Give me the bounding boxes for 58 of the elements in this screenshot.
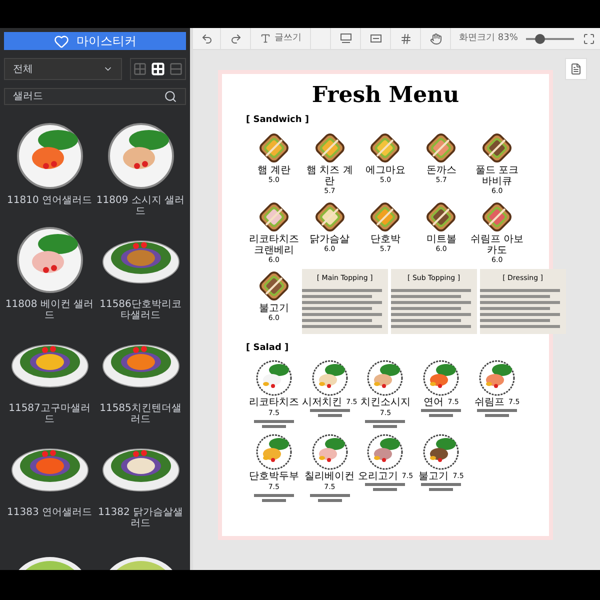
menu-item-name: 쉬림프 [474, 397, 505, 408]
section-heading: [ Salad ] [246, 342, 290, 354]
document-icon [570, 63, 582, 75]
sticker-label: 11586단호박리코타샐러드 [98, 299, 182, 321]
category-dropdown[interactable]: 전체 [4, 58, 122, 80]
menu-item-name: 오리고기 [358, 471, 398, 482]
menu-item-name: 시저치킨 [302, 397, 342, 408]
menu-item-name: 햄 치즈 계란 [306, 165, 354, 187]
undo-icon [200, 32, 212, 44]
page-icon-button[interactable] [565, 58, 587, 80]
menu-title: Fresh Menu [310, 82, 460, 110]
text-icon [260, 33, 270, 44]
view-mode-toggle[interactable] [169, 62, 183, 76]
sticker-label: 11809 소시지 샐러드 [96, 195, 186, 217]
menu-item-name: 리코타치즈 [248, 397, 299, 408]
write-text-button[interactable]: 글쓰기 [251, 28, 311, 49]
slider-thumb[interactable] [535, 34, 546, 44]
blurred-text-lines [421, 408, 462, 418]
blurred-text-lines [254, 493, 294, 503]
blurred-text-lines [477, 408, 518, 418]
sticker-label: 11383 연어샐러드 [6, 507, 93, 518]
menu-item-name: 불고기 [258, 303, 289, 314]
sticker-label: 11585치킨텐더샐러드 [98, 403, 182, 425]
heart-icon [54, 34, 68, 48]
menu-item-name: 치킨소시지 [360, 397, 410, 408]
menu-item-name: 풀드 포크 바비큐 [474, 165, 520, 187]
zoom-label: 화면크기 83% [459, 32, 518, 45]
blurred-text-lines [310, 408, 350, 418]
hand-icon [430, 32, 442, 44]
menu-item-name: 쉬림프 아보카도 [469, 234, 525, 256]
fullscreen-icon [583, 32, 595, 44]
menu-item-name: 돈까스 [426, 165, 456, 176]
blurred-text-lines [421, 482, 462, 492]
blurred-text-lines [365, 419, 406, 429]
blurred-text-lines [310, 493, 350, 503]
sticker-label: 11808 베이컨 샐러드 [4, 299, 94, 321]
sticker-label: 11810 연어샐러드 [6, 195, 93, 206]
sticker-label: 11587고구마샐러드 [8, 403, 92, 425]
menu-item-name: 연어 [424, 397, 444, 408]
menu-item-name: 닭가슴살 [310, 234, 350, 245]
my-sticker-button[interactable]: 마이스티커 [4, 32, 186, 50]
menu-item-name: 에그마요 [365, 165, 406, 176]
menu-item-name: 단호박두부 [248, 471, 299, 482]
redo-icon [230, 32, 242, 44]
search-icon [164, 90, 177, 103]
sticker-label: 11382 닭가슴살샐러드 [97, 507, 184, 529]
view-mode-toggle[interactable] [133, 62, 147, 76]
menu-item-name: 미트볼 [426, 234, 456, 245]
menu-item-name: 햄 계란 [257, 165, 290, 176]
menu-item-name: 칠리베이컨 [304, 471, 355, 482]
blurred-text-lines [254, 419, 294, 429]
menu-item-name: 리코타치즈크랜베리 [248, 234, 300, 256]
menu-item-name: 불고기 [418, 471, 449, 482]
section-heading: [ Sandwich ] [246, 114, 310, 126]
blurred-text-lines [365, 482, 406, 492]
grid-icon [400, 32, 412, 44]
menu-item-name: 단호박 [370, 234, 400, 245]
search-field[interactable]: 샐러드 [4, 88, 186, 105]
